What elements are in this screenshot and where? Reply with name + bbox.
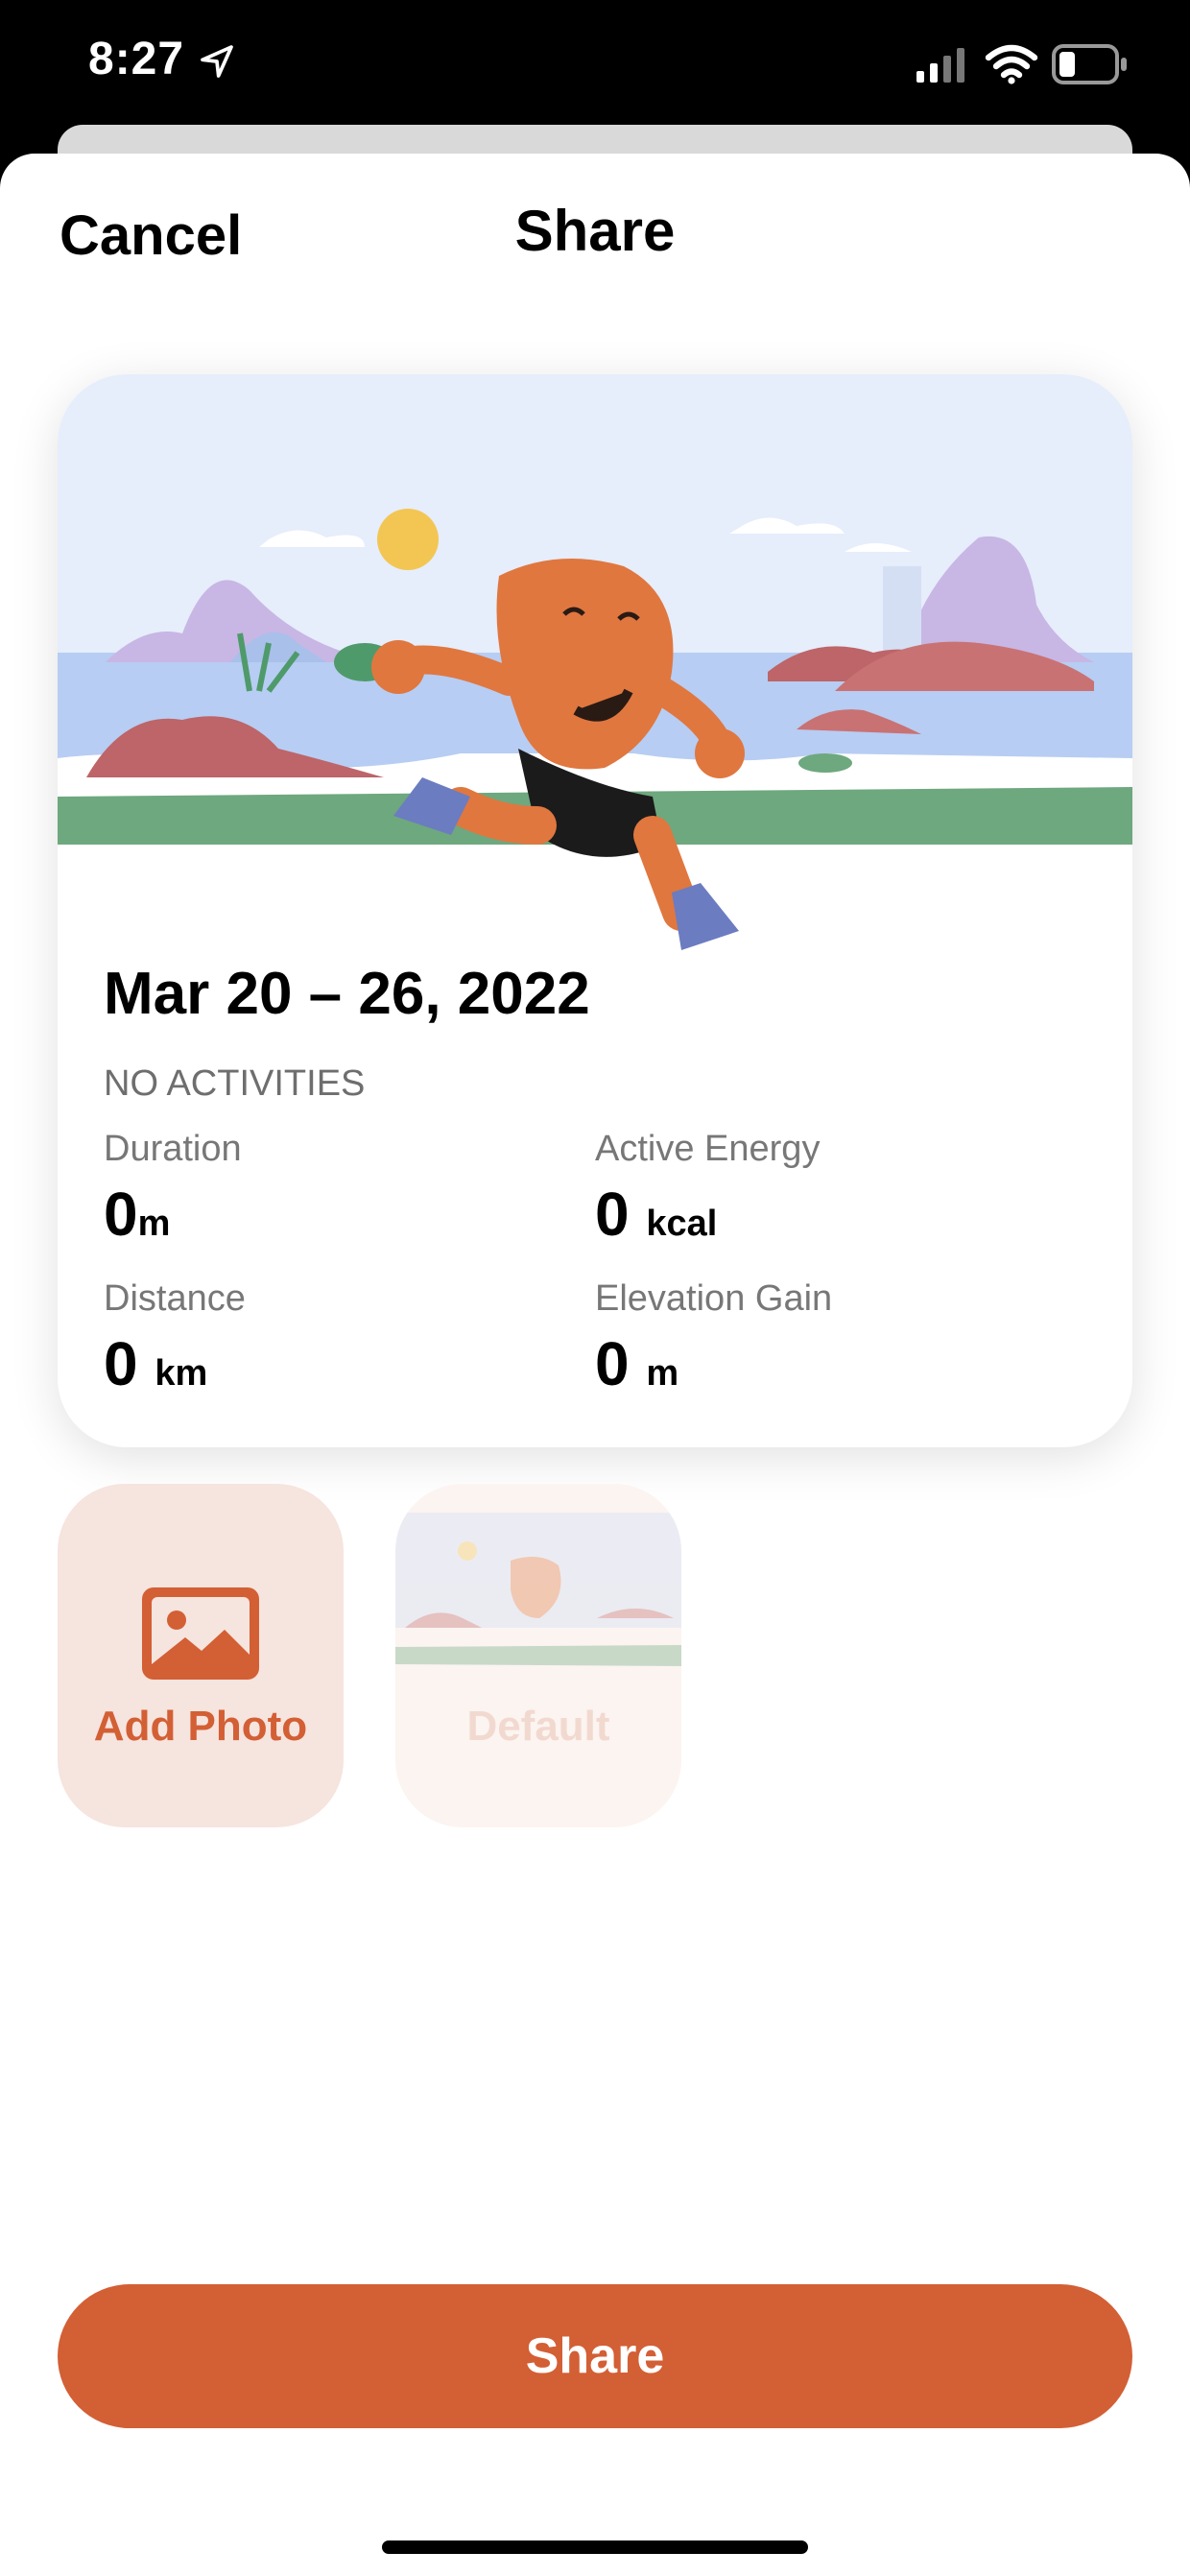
- active-energy-label: Active Energy: [595, 1129, 821, 1169]
- status-bar: 8:27: [0, 0, 1190, 134]
- add-photo-button[interactable]: Add Photo: [58, 1484, 344, 1827]
- active-energy-value: 0 kcal: [595, 1179, 717, 1250]
- page-title: Share: [514, 199, 676, 263]
- date-range: Mar 20 – 26, 2022: [104, 961, 590, 1027]
- battery-icon: [1052, 44, 1127, 84]
- elevation-gain-value: 0 m: [595, 1328, 678, 1399]
- active-energy-unit: kcal: [646, 1204, 718, 1244]
- default-label: Default: [466, 1703, 610, 1750]
- duration-value: 0m: [104, 1179, 170, 1250]
- distance-number: 0: [104, 1329, 138, 1398]
- location-arrow-icon: [201, 45, 233, 78]
- activity-status: NO ACTIVITIES: [104, 1063, 366, 1104]
- wifi-icon: [985, 44, 1038, 84]
- duration-number: 0: [104, 1180, 138, 1249]
- default-background-button[interactable]: Default: [395, 1484, 681, 1827]
- duration-unit: m: [137, 1204, 171, 1244]
- default-illustration-thumbnail: [395, 1513, 681, 1666]
- distance-label: Distance: [104, 1278, 246, 1319]
- home-indicator: [382, 2540, 808, 2554]
- photo-icon: [142, 1587, 259, 1680]
- elevation-gain-label: Elevation Gain: [595, 1278, 833, 1319]
- cellular-signal-icon: [916, 48, 964, 83]
- status-time: 8:27: [88, 34, 185, 84]
- duration-label: Duration: [104, 1129, 242, 1169]
- elevation-gain-number: 0: [595, 1329, 630, 1398]
- running-character-illustration: [58, 374, 1132, 989]
- distance-value: 0 km: [104, 1328, 207, 1399]
- summary-card: Mar 20 – 26, 2022 NO ACTIVITIES Duration…: [58, 374, 1132, 1447]
- add-photo-label: Add Photo: [93, 1703, 308, 1750]
- elevation-gain-unit: m: [646, 1353, 679, 1394]
- share-button[interactable]: Share: [58, 2284, 1132, 2428]
- distance-unit: km: [155, 1353, 208, 1394]
- active-energy-number: 0: [595, 1180, 630, 1249]
